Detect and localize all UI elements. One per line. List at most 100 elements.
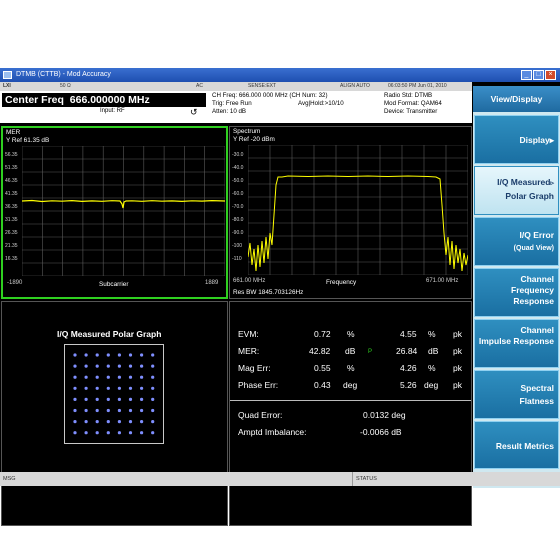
constellation-point (140, 353, 144, 357)
close-button[interactable]: × (545, 70, 556, 80)
mer-pane[interactable]: MER Y Ref 61.35 dB 56.35 51.35 46.35 41.… (1, 126, 228, 299)
spectral-flatness-softkey[interactable]: Spectral Flatness (474, 370, 559, 419)
constellation-point (140, 431, 144, 435)
mer-ytick: 56.35 (5, 152, 18, 158)
status-label: STATUS (356, 476, 377, 482)
constellation-point (95, 397, 99, 401)
mer-label: MER: (238, 346, 260, 356)
window-title: DTMB (CTTB) - Mod Accuracy (16, 71, 111, 78)
constellation-point (106, 408, 110, 413)
spectrum-ytick: -40.0 (232, 165, 244, 171)
iq-error-softkey[interactable]: I/Q Error (Quad View) (474, 217, 559, 266)
constellation-point (84, 375, 88, 379)
constellation-point (73, 431, 77, 435)
mer-x-right: 1889 (205, 280, 219, 286)
mer-trace (22, 199, 225, 209)
align-indicator: ALIGN AUTO (340, 83, 370, 89)
bottom-status-bar: MSG STATUS (0, 472, 560, 486)
softkey-line1: I/Q Measured (497, 177, 551, 187)
constellation-point (117, 375, 121, 379)
quad-error-value: 0.0132 deg (363, 410, 406, 420)
constellation-point (95, 431, 99, 435)
constellation-point (73, 420, 77, 424)
mer-value: 42.82 (309, 346, 331, 356)
spectrum-ytick: -60.0 (232, 191, 244, 197)
amptd-imbalance-value: -0.0066 dB (360, 427, 402, 437)
mer-x-label: Subcarrier (99, 281, 129, 288)
mer-ytick: 26.35 (5, 230, 18, 236)
constellation-point (128, 431, 133, 435)
constellation-point (151, 420, 155, 424)
spectrum-pane[interactable]: Spectrum Y Ref -20 dBm -30.0 -40.0 -50.0… (229, 126, 472, 299)
constellation-point (84, 364, 88, 368)
softkey-line2: Impulse Response (478, 336, 554, 346)
device-info: Device: Transmitter (384, 108, 438, 115)
polar-pane[interactable]: I/Q Measured Polar Graph (1, 301, 228, 526)
mer-peak-unit: dB (428, 346, 439, 356)
polar-title: I/Q Measured Polar Graph (57, 329, 162, 339)
phase-err-peak-value: 5.26 (400, 380, 417, 390)
constellation-point (128, 364, 133, 368)
constellation-point (95, 375, 99, 379)
mag-err-unit: % (347, 363, 355, 373)
mer-suffix: pk (453, 346, 462, 356)
minimize-button[interactable]: _ (521, 70, 532, 80)
result-metrics-softkey[interactable]: Result Metrics (474, 421, 559, 469)
center-freq-field[interactable]: Center Freq 666.000000 MHz (2, 93, 206, 107)
constellation-point (117, 353, 121, 357)
softkey-line1: Channel (520, 325, 554, 335)
amptd-imbalance-label: Amptd Imbalance: (238, 427, 307, 437)
spectrum-ytick: -50.0 (232, 178, 244, 184)
phase-err-label: Phase Err: (238, 380, 279, 390)
app-icon (3, 71, 12, 79)
measurement-panes: MER Y Ref 61.35 dB 56.35 51.35 46.35 41.… (0, 124, 472, 526)
softkey-label: Display (519, 135, 550, 145)
spectrum-x-left: 661.00 MHz (233, 278, 266, 284)
constellation-point (140, 420, 144, 424)
datetime-display: 06:03:50 PM Jun 01, 2010 (388, 83, 447, 89)
mer-ytick: 16.35 (5, 256, 18, 262)
phase-err-unit: deg (343, 380, 358, 390)
constellation-point (151, 431, 155, 435)
mer-ytick: 31.35 (5, 217, 18, 223)
softkey-panel: View/Display Display▸ I/Q Measured▹ Pola… (473, 86, 560, 488)
softkey-line1: Spectral (520, 383, 554, 393)
constellation-point (73, 353, 77, 357)
channel-freq-response-softkey[interactable]: Channel Frequency Response (474, 268, 559, 317)
res-bw-label: Res BW 1845.703126Hz (233, 289, 304, 296)
softkey-label: I/Q Measured▹ (475, 176, 554, 190)
constellation-point (128, 397, 133, 401)
channel-impulse-response-softkey[interactable]: Channel Impulse Response (474, 319, 559, 368)
lxi-indicator: LXI (3, 83, 11, 89)
submenu-arrow-icon: ▸ (549, 135, 554, 145)
quad-error-label: Quad Error: (238, 410, 283, 420)
constellation-point (151, 408, 155, 413)
softkey-line2: (Quad View) (513, 245, 554, 252)
constellation-point (140, 397, 144, 401)
phase-err-suffix: pk (453, 380, 462, 390)
metrics-divider (230, 400, 471, 401)
constellation-point (106, 353, 110, 357)
spectrum-yref: Y Ref -20 dBm (233, 136, 275, 143)
spectrum-x-right: 671.00 MHz (426, 278, 459, 284)
mer-x-left: -1890 (7, 280, 23, 286)
constellation-point (84, 397, 88, 401)
phase-err-value: 0.43 (314, 380, 331, 390)
iq-measured-polar-softkey[interactable]: I/Q Measured▹ Polar Graph (474, 166, 559, 215)
impedance-indicator: 50 Ω (60, 83, 71, 89)
constellation-point (106, 420, 110, 424)
display-softkey[interactable]: Display▸ (474, 115, 559, 164)
avg-hold-info: Avg|Hold:>10/10 (298, 100, 344, 107)
constellation-point (117, 420, 121, 424)
status-divider (352, 472, 353, 486)
mod-format-info: Mod Format: QAM64 (384, 100, 442, 107)
input-indicator: Input: RF (100, 108, 125, 114)
softkey-line2: Flatness (519, 396, 555, 406)
metrics-pane[interactable]: EVM: 0.72 % 4.55 % pk MER: 42.82 dB P 26… (229, 301, 472, 526)
menu-title: View/Display (473, 86, 560, 112)
maximize-button[interactable]: □ (533, 70, 544, 80)
constellation-point (128, 408, 133, 413)
spectrum-x-label: Frequency (326, 279, 357, 286)
constellation-point (95, 386, 99, 390)
constellation-point (95, 364, 99, 368)
